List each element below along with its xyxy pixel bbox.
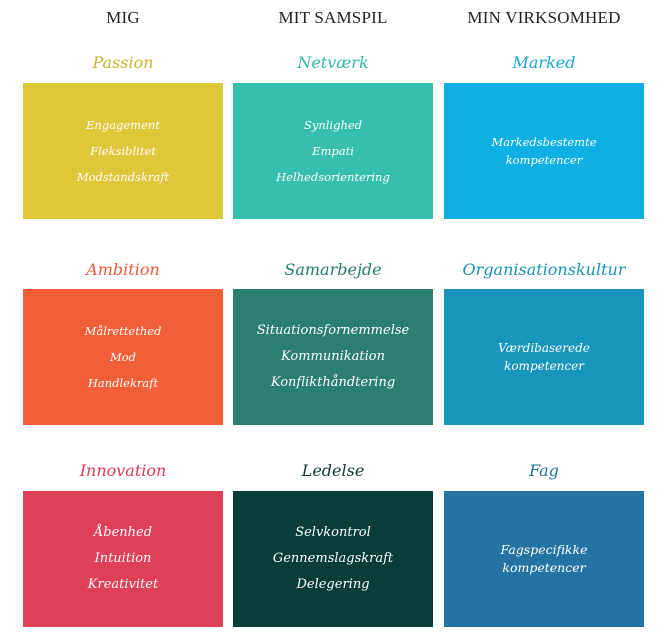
box-item: kompetencer (505, 153, 583, 167)
column-header-mig: MIG (106, 8, 140, 27)
box-netvaerk: Synlighed Empati Helhedsorientering (233, 83, 433, 219)
category-title-netvaerk: Netværk (297, 53, 369, 72)
box-item: Engagement (86, 118, 160, 132)
box-item: Helhedsorientering (276, 170, 390, 184)
category-title-marked: Marked (512, 53, 576, 72)
category-title-passion: Passion (92, 53, 154, 72)
box-item: Kommunikation (281, 349, 385, 364)
box-item: Modstandskraft (76, 170, 170, 184)
box-item: Situationsfornemmelse (256, 323, 410, 338)
category-title-ambition: Ambition (86, 260, 160, 279)
box-item: Kreativitet (87, 577, 159, 592)
category-title-fag: Fag (529, 461, 559, 480)
box-marked: Markedsbestemte kompetencer (444, 83, 644, 219)
box-item: Handlekraft (87, 376, 159, 390)
box-item: Fagspecifikke (500, 542, 588, 557)
box-ambition: Målrettethed Mod Handlekraft (23, 289, 223, 425)
column-header-min-virksomhed: MIN VIRKSOMHED (467, 8, 621, 27)
box-ledelse: Selvkontrol Gennemslagskraft Delegering (233, 491, 433, 627)
box-item: Målrettethed (84, 324, 162, 338)
box-item: kompetencer (502, 560, 586, 575)
box-item: Mod (109, 350, 137, 364)
box-item: Empati (312, 144, 354, 158)
category-title-organisationskultur: Organisationskultur (462, 260, 626, 279)
category-title-ledelse: Ledelse (301, 461, 365, 480)
box-item: Åbenhed (93, 525, 153, 540)
box-item: kompetencer (504, 359, 584, 373)
box-passion: Engagement Fleksiblitet Modstandskraft (23, 83, 223, 219)
box-item: Fleksiblitet (90, 144, 156, 158)
box-item: Intuition (94, 551, 152, 566)
box-item: Synlighed (303, 118, 363, 132)
column-header-mit-samspil: MIT SAMSPIL (278, 8, 388, 27)
box-organisationskultur: Værdibaserede kompetencer (444, 289, 644, 425)
box-item: Konflikthåndtering (270, 375, 396, 390)
box-item: Markedsbestemte (491, 135, 597, 149)
box-samarbejde: Situationsfornemmelse Kommunikation Konf… (233, 289, 433, 425)
box-fag: Fagspecifikke kompetencer (444, 491, 644, 627)
category-title-innovation: Innovation (79, 461, 167, 480)
box-item: Delegering (296, 577, 370, 592)
category-title-samarbejde: Samarbejde (284, 260, 382, 279)
box-item: Gennemslagskraft (272, 551, 394, 566)
box-item: Værdibaserede (498, 341, 590, 355)
box-innovation: Åbenhed Intuition Kreativitet (23, 491, 223, 627)
box-item: Selvkontrol (295, 525, 371, 540)
